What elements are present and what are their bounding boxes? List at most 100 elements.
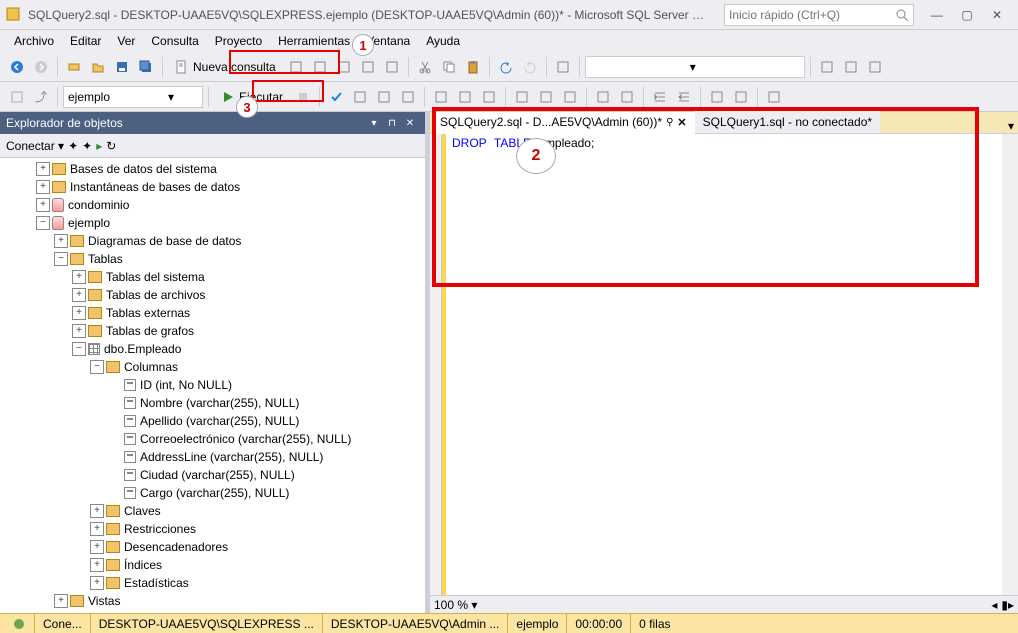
stop-button[interactable] [292, 86, 314, 108]
database-dropdown[interactable]: ejemplo▾ [63, 86, 203, 108]
object-explorer-tree[interactable]: +Bases de datos del sistema+Instantáneas… [0, 158, 425, 613]
tb2-btn-11[interactable] [559, 86, 581, 108]
quick-launch-box[interactable] [724, 4, 914, 26]
tree-node[interactable]: +Estadísticas [0, 574, 425, 592]
tb2-btn-4[interactable] [373, 86, 395, 108]
menu-ayuda[interactable]: Ayuda [418, 32, 468, 50]
collapse-button[interactable]: − [72, 342, 86, 356]
tree-node[interactable]: +Tablas de archivos [0, 286, 425, 304]
tree-node[interactable]: Ciudad (varchar(255), NULL) [0, 466, 425, 484]
tb-btn-4[interactable] [357, 56, 379, 78]
panel-pin-button[interactable]: ⊓ [383, 114, 401, 132]
oe-tb-1[interactable]: ✦ [68, 139, 78, 153]
tb-btn-2[interactable] [309, 56, 331, 78]
panel-dropdown-button[interactable]: ▾ [365, 114, 383, 132]
save-all-button[interactable] [135, 56, 157, 78]
tree-node[interactable]: −ejemplo [0, 214, 425, 232]
menu-herramientas[interactable]: Herramientas [270, 32, 358, 50]
tree-node[interactable]: Correoelectrónico (varchar(255), NULL) [0, 430, 425, 448]
undo-button[interactable] [495, 56, 517, 78]
expand-button[interactable]: + [90, 504, 104, 518]
expand-button[interactable]: + [54, 234, 68, 248]
pin-icon[interactable]: ⚲ [666, 117, 673, 128]
tree-node[interactable]: +Tablas externas [0, 304, 425, 322]
tree-node[interactable]: +Desencadenadores [0, 538, 425, 556]
quick-launch-input[interactable] [729, 8, 895, 22]
collapse-button[interactable]: − [54, 252, 68, 266]
panel-close-button[interactable]: ✕ [401, 114, 419, 132]
tree-node[interactable]: +Diagramas de base de datos [0, 232, 425, 250]
minimize-button[interactable]: — [922, 0, 952, 30]
zoom-select[interactable]: 100 % ▾ [434, 598, 477, 612]
open-file-button[interactable] [87, 56, 109, 78]
tree-node[interactable]: −dbo.Empleado [0, 340, 425, 358]
menu-editar[interactable]: Editar [62, 32, 109, 50]
uncomment-button[interactable] [730, 86, 752, 108]
editor-text[interactable]: DROP TABLE empleado; [446, 134, 1002, 595]
close-button[interactable]: ✕ [982, 0, 1012, 30]
menu-archivo[interactable]: Archivo [6, 32, 62, 50]
expand-button[interactable]: + [90, 558, 104, 572]
menu-consulta[interactable]: Consulta [143, 32, 206, 50]
copy-button[interactable] [438, 56, 460, 78]
tb2-btn-5[interactable] [397, 86, 419, 108]
tree-node[interactable]: −Columnas [0, 358, 425, 376]
tb-btn-8[interactable] [840, 56, 862, 78]
nav-right-button[interactable]: ▮▸ [1001, 598, 1014, 612]
tb2-btn-8[interactable] [478, 86, 500, 108]
expand-button[interactable]: + [72, 324, 86, 338]
tb2-btn-7[interactable] [454, 86, 476, 108]
expand-button[interactable]: + [72, 306, 86, 320]
tree-node[interactable]: −Tablas [0, 250, 425, 268]
nav-back-button[interactable] [6, 56, 28, 78]
expand-button[interactable]: + [72, 288, 86, 302]
menu-ver[interactable]: Ver [109, 32, 143, 50]
expand-button[interactable]: + [90, 576, 104, 590]
maximize-button[interactable]: ▢ [952, 0, 982, 30]
tree-node[interactable]: +condominio [0, 196, 425, 214]
tb2-btn-9[interactable] [511, 86, 533, 108]
expand-button[interactable]: + [54, 594, 68, 608]
expand-button[interactable]: + [90, 522, 104, 536]
oe-tb-4[interactable]: ↻ [106, 139, 116, 153]
expand-button[interactable]: + [72, 270, 86, 284]
solution-config-dropdown[interactable]: ▾ [585, 56, 805, 78]
collapse-button[interactable]: − [36, 216, 50, 230]
editor-scrollbar[interactable] [1002, 134, 1018, 595]
connect-button[interactable]: Conectar ▾ [6, 139, 64, 153]
oe-tb-2[interactable]: ✦ [82, 139, 92, 153]
tb2-btn-2[interactable]: ⤴ [30, 86, 52, 108]
paste-button[interactable] [462, 56, 484, 78]
expand-button[interactable]: + [36, 198, 50, 212]
oe-tb-3[interactable]: ▸ [96, 139, 102, 153]
tree-node[interactable]: ID (int, No NULL) [0, 376, 425, 394]
tb-btn-3[interactable] [333, 56, 355, 78]
tb-btn-9[interactable] [864, 56, 886, 78]
comment-button[interactable] [706, 86, 728, 108]
tree-node[interactable]: +Tablas del sistema [0, 268, 425, 286]
tree-node[interactable]: AddressLine (varchar(255), NULL) [0, 448, 425, 466]
editor-body[interactable]: DROP TABLE empleado; [430, 134, 1018, 595]
tb2-btn-6[interactable] [430, 86, 452, 108]
cut-button[interactable] [414, 56, 436, 78]
expand-button[interactable]: + [90, 540, 104, 554]
new-project-button[interactable] [63, 56, 85, 78]
tree-node[interactable]: +Claves [0, 502, 425, 520]
tree-node[interactable]: +Tablas de grafos [0, 322, 425, 340]
editor-tab-inactive[interactable]: SQLQuery1.sql - no conectado* [695, 111, 880, 133]
menu-proyecto[interactable]: Proyecto [207, 32, 270, 50]
tb2-btn-12[interactable] [592, 86, 614, 108]
redo-button[interactable] [519, 56, 541, 78]
tb2-btn-1[interactable] [6, 86, 28, 108]
tree-node[interactable]: Cargo (varchar(255), NULL) [0, 484, 425, 502]
parse-button[interactable] [325, 86, 347, 108]
expand-button[interactable]: + [36, 180, 50, 194]
tree-node[interactable]: Apellido (varchar(255), NULL) [0, 412, 425, 430]
outdent-button[interactable] [673, 86, 695, 108]
nav-fwd-button[interactable] [30, 56, 52, 78]
tb-btn-6[interactable] [552, 56, 574, 78]
expand-button[interactable]: + [36, 162, 50, 176]
tb-btn-1[interactable] [285, 56, 307, 78]
collapse-button[interactable]: − [90, 360, 104, 374]
tb2-btn-10[interactable] [535, 86, 557, 108]
